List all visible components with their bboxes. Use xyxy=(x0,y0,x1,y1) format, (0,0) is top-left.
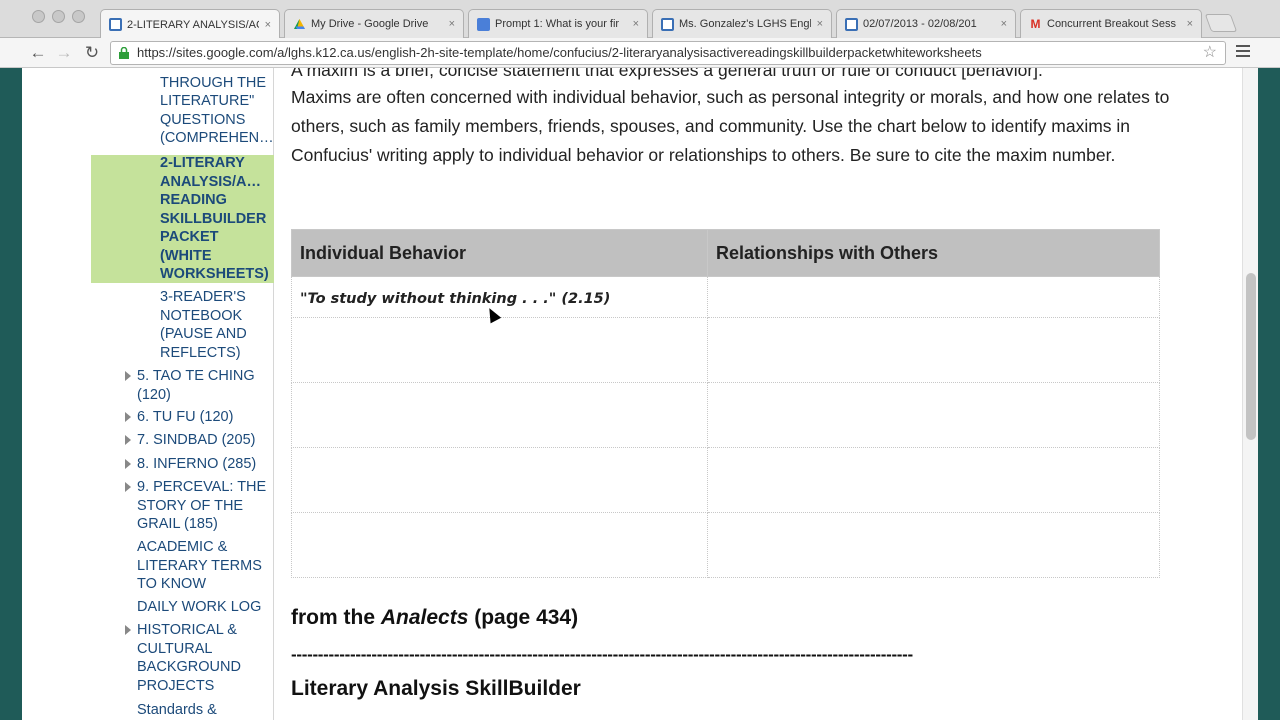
maximize-window-button[interactable] xyxy=(72,10,85,23)
heading-prefix: from the xyxy=(291,606,381,629)
table-cell[interactable] xyxy=(291,317,708,383)
table-row xyxy=(291,447,1160,513)
table-cell[interactable] xyxy=(291,382,708,448)
page: 1-TRAVELING THROUGH THE LITERATURE" QUES… xyxy=(22,68,1258,720)
back-button[interactable]: ← xyxy=(27,42,49,64)
close-icon[interactable]: × xyxy=(1187,18,1193,30)
column-header: Relationships with Others xyxy=(707,229,1160,277)
column-header: Individual Behavior xyxy=(291,229,708,277)
sidebar-item-tu-fu[interactable]: 6. TU FU (120) xyxy=(137,408,272,427)
table-cell[interactable] xyxy=(291,512,708,578)
heading-suffix: (page 434) xyxy=(468,606,579,629)
sidebar-item-daily-work-log[interactable]: DAILY WORK LOG xyxy=(137,598,272,617)
lock-icon xyxy=(119,47,129,59)
scrollbar[interactable] xyxy=(1242,68,1258,720)
sidebar-item-readers-notebook[interactable]: 3-READER'S NOTEBOOK (PAUSE AND REFLECTS) xyxy=(160,288,272,362)
tab-label: 02/07/2013 - 02/08/201 xyxy=(863,18,977,30)
heading-title: Analects xyxy=(380,606,469,629)
sidebar-item-tao-te-ching[interactable]: 5. TAO TE CHING (120) xyxy=(137,367,272,404)
close-icon[interactable]: × xyxy=(817,18,823,30)
sites-icon xyxy=(109,18,122,31)
sites-icon xyxy=(845,17,858,31)
expand-arrow-icon[interactable] xyxy=(125,412,131,422)
table-cell[interactable] xyxy=(707,276,1160,318)
table-cell[interactable] xyxy=(291,447,708,513)
table-cell[interactable] xyxy=(707,317,1160,383)
table-row xyxy=(291,382,1160,448)
close-icon[interactable]: × xyxy=(633,18,639,30)
tab-label: Ms. Gonzalez's LGHS Engl xyxy=(679,18,811,30)
table-row: "To study without thinking . . ." (2.15) xyxy=(291,276,1160,318)
analects-heading: from the Analects (page 434) xyxy=(291,606,578,630)
sidebar-item-academic-terms[interactable]: ACADEMIC & LITERARY TERMS TO KNOW xyxy=(137,538,272,594)
tab-label: 2-LITERARY ANALYSIS/AC xyxy=(127,18,259,31)
table-cell[interactable] xyxy=(707,512,1160,578)
close-icon[interactable]: × xyxy=(265,19,271,31)
tab-google-drive[interactable]: My Drive - Google Drive × xyxy=(284,9,464,38)
forward-button[interactable]: → xyxy=(53,42,75,64)
table-row xyxy=(291,317,1160,383)
table-cell[interactable]: "To study without thinking . . ." (2.15) xyxy=(291,276,708,318)
expand-arrow-icon[interactable] xyxy=(125,435,131,445)
minimize-window-button[interactable] xyxy=(52,10,65,23)
sidebar-item-perceval[interactable]: 9. PERCEVAL: THE STORY OF THE GRAIL (185… xyxy=(137,478,272,534)
close-icon[interactable]: × xyxy=(449,18,455,30)
expand-arrow-icon[interactable] xyxy=(125,371,131,381)
sidebar-item-inferno[interactable]: 8. INFERNO (285) xyxy=(137,455,272,474)
table-cell[interactable] xyxy=(707,447,1160,513)
sidebar-item-standards[interactable]: Standards & xyxy=(137,701,272,720)
sidebar-item-literary-analysis[interactable]: 2-LITERARY ANALYSIS/A… READING SKILLBUIL… xyxy=(160,154,272,284)
tab-concurrent-breakout[interactable]: M Concurrent Breakout Sess × xyxy=(1020,9,1202,38)
maxims-chart: Individual Behavior Relationships with O… xyxy=(291,229,1160,578)
address-bar[interactable]: https://sites.google.com/a/lghs.k12.ca.u… xyxy=(110,41,1226,65)
new-tab-button[interactable] xyxy=(1204,14,1238,32)
maxim-entry: "To study without thinking . . ." (2.15) xyxy=(300,290,611,307)
sidebar-item-sindbad[interactable]: 7. SINDBAD (205) xyxy=(137,431,272,450)
close-icon[interactable]: × xyxy=(1001,18,1007,30)
drive-icon xyxy=(293,18,306,31)
menu-icon[interactable] xyxy=(1236,45,1250,59)
scrollbar-thumb[interactable] xyxy=(1246,273,1256,440)
url-text: https://sites.google.com/a/lghs.k12.ca.u… xyxy=(137,45,982,60)
tab-label: Prompt 1: What is your fir xyxy=(495,18,620,30)
instructions-paragraph: Maxims are often concerned with individu… xyxy=(291,87,1170,165)
reload-button[interactable]: ↻ xyxy=(81,42,103,64)
skillbuilder-heading: Literary Analysis SkillBuilder xyxy=(291,677,581,700)
tab-prompt-1[interactable]: Prompt 1: What is your fir × xyxy=(468,9,648,38)
tab-date-range[interactable]: 02/07/2013 - 02/08/201 × xyxy=(836,9,1016,38)
tab-bar: 2-LITERARY ANALYSIS/AC × My Drive - Goog… xyxy=(0,0,1280,39)
bookmark-star-icon[interactable]: ☆ xyxy=(1203,42,1217,64)
table-cell[interactable] xyxy=(707,382,1160,448)
dash-separator: ----------------------------------------… xyxy=(291,645,913,664)
docs-icon xyxy=(477,17,490,31)
tab-literary-analysis[interactable]: 2-LITERARY ANALYSIS/AC × xyxy=(100,9,280,39)
table-row xyxy=(291,512,1160,578)
expand-arrow-icon[interactable] xyxy=(125,459,131,469)
expand-arrow-icon[interactable] xyxy=(125,482,131,492)
gmail-icon: M xyxy=(1030,16,1041,31)
tab-label: My Drive - Google Drive xyxy=(311,18,429,30)
expand-arrow-icon[interactable] xyxy=(125,625,131,635)
browser-toolbar: ← → ↻ https://sites.google.com/a/lghs.k1… xyxy=(0,38,1280,68)
sidebar-item-traveling[interactable]: 1-TRAVELING THROUGH THE LITERATURE" QUES… xyxy=(160,68,272,152)
close-window-button[interactable] xyxy=(32,10,45,23)
sites-icon xyxy=(661,17,674,31)
table-header-row: Individual Behavior Relationships with O… xyxy=(291,229,1160,277)
tab-label: Concurrent Breakout Sess xyxy=(1047,18,1177,30)
sidebar-nav: 1-TRAVELING THROUGH THE LITERATURE" QUES… xyxy=(22,68,274,720)
tab-ms-gonzalez[interactable]: Ms. Gonzalez's LGHS Engl × xyxy=(652,9,832,38)
sidebar-item-historical-projects[interactable]: HISTORICAL & CULTURAL BACKGROUND PROJECT… xyxy=(137,621,272,695)
